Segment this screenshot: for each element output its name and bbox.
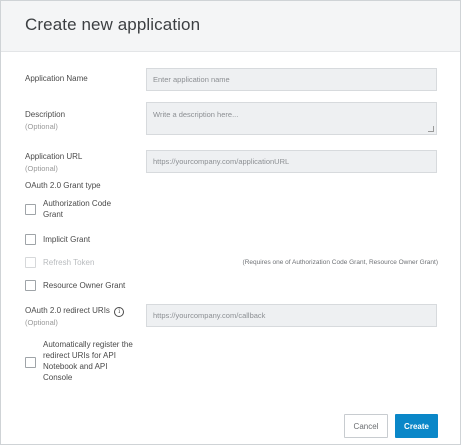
description-textarea[interactable]: Write a description here...: [146, 102, 437, 135]
checkbox-resource-owner[interactable]: [25, 280, 36, 291]
create-button[interactable]: Create: [395, 414, 438, 438]
checkbox-authorization-code[interactable]: [25, 204, 36, 215]
redirect-uris-label-row: OAuth 2.0 redirect URIs i: [25, 306, 125, 317]
app-name-label: Application Name: [25, 74, 88, 83]
dialog-header: Create new application: [1, 1, 460, 52]
resize-handle-icon[interactable]: [428, 126, 434, 132]
authorization-code-label: Authorization Code Grant: [43, 199, 112, 219]
app-url-input[interactable]: https://yourcompany.com/applicationURL: [146, 150, 437, 173]
grant-type-label: OAuth 2.0 Grant type: [25, 181, 101, 190]
checkbox-refresh-token: [25, 257, 36, 268]
redirect-uris-label: OAuth 2.0 redirect URIs: [25, 306, 110, 315]
cancel-button[interactable]: Cancel: [344, 414, 388, 438]
description-optional: (Optional): [25, 122, 58, 131]
resource-owner-label: Resource Owner Grant: [43, 281, 126, 290]
info-icon[interactable]: i: [114, 307, 125, 317]
app-name-input[interactable]: Enter application name: [146, 68, 437, 91]
checkbox-implicit-grant[interactable]: [25, 234, 36, 245]
app-url-label: Application URL: [25, 152, 83, 161]
create-application-dialog: Create new application Application Name …: [0, 0, 461, 445]
description-label: Description: [25, 110, 66, 119]
description-placeholder: Write a description here...: [153, 110, 239, 119]
refresh-token-label: Refresh Token: [43, 258, 95, 267]
app-url-optional: (Optional): [25, 164, 58, 173]
implicit-grant-label: Implicit Grant: [43, 235, 91, 244]
dialog-title: Create new application: [25, 15, 201, 34]
auto-register-label: Automatically register the redirect URIs…: [43, 340, 133, 382]
refresh-token-note: (Requires one of Authorization Code Gran…: [242, 259, 438, 266]
redirect-uris-optional: (Optional): [25, 318, 58, 327]
checkbox-auto-register[interactable]: [25, 357, 36, 368]
redirect-uri-input[interactable]: https://yourcompany.com/callback: [146, 304, 437, 327]
